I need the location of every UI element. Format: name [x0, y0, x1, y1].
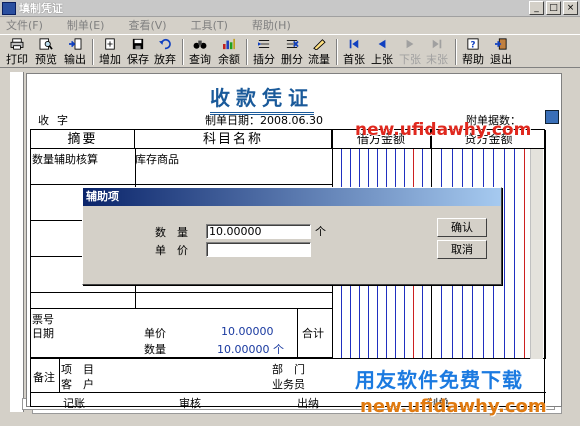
ticket-date-label: 日期 [32, 327, 54, 340]
digit-line [524, 149, 526, 358]
confirm-button[interactable]: 确认 [437, 218, 487, 237]
customer-label[interactable]: 客 户 [61, 376, 94, 392]
svg-text:?: ? [471, 40, 476, 50]
exit-door-icon [495, 38, 507, 50]
header-summary: 摘要 [31, 130, 135, 149]
window-controls: _ □ × [529, 1, 578, 15]
menu-view[interactable]: 查看(V) [128, 17, 166, 33]
toolbar-separator [246, 39, 248, 65]
last-button[interactable]: 末张 [426, 37, 448, 67]
menu-file[interactable]: 文件(F) [6, 17, 43, 33]
insert-row-icon [258, 40, 270, 48]
quantity-input[interactable]: 10.00000 [206, 224, 311, 239]
window-title: 填制凭证 [19, 2, 63, 15]
digit-line [513, 149, 515, 358]
new-document-icon [105, 38, 115, 50]
app-icon [2, 1, 16, 15]
export-button[interactable]: 输出 [64, 37, 86, 67]
remark-label: 备注 [33, 371, 55, 384]
preview-button[interactable]: 预览 [35, 37, 57, 67]
prev-button[interactable]: 上张 [371, 37, 393, 67]
column-divider [297, 308, 298, 358]
help-icon: ? [467, 38, 479, 50]
next-button[interactable]: 下张 [399, 37, 421, 67]
quantity-label: 数量 [144, 343, 166, 356]
first-button[interactable]: 首张 [343, 37, 365, 67]
minimize-button[interactable]: _ [529, 1, 544, 15]
cancel-button[interactable]: 取消 [437, 240, 487, 259]
next-icon [406, 39, 414, 49]
insert-entry-button[interactable]: 插分 [253, 37, 275, 67]
page-margin [10, 72, 24, 412]
dialog-price-label: 单 价 [155, 244, 188, 257]
watermark-url-bottom: new.ufidawhy.com [360, 396, 547, 417]
discard-button[interactable]: 放弃 [154, 37, 176, 67]
export-icon [69, 38, 82, 50]
watermark-brand: 用友软件免费下载 [355, 368, 523, 392]
dialog-title: 辅助项 [83, 188, 501, 206]
toolbar: 打印 预览 输出 增加 保存 放弃 查询 余额 插分 删分 流量 首张 上张 下… [0, 34, 580, 68]
previous-icon [378, 39, 386, 49]
salesperson-label[interactable]: 业务员 [272, 376, 305, 392]
binoculars-icon [193, 40, 207, 49]
watermark-url-top: new.ufidawhy.com [355, 120, 532, 140]
column-divider [545, 130, 546, 358]
total-label: 合计 [302, 327, 324, 340]
title-bar: 填制凭证 _ □ × [0, 0, 580, 17]
row-summary[interactable]: 数量辅助核算 [32, 151, 98, 167]
entry-row[interactable]: 数量辅助核算 库存商品 [31, 149, 332, 185]
save-button[interactable]: 保存 [127, 37, 149, 67]
dialog-quantity-label: 数 量 [155, 226, 188, 239]
quantity-unit: 个 [315, 225, 326, 238]
maximize-button[interactable]: □ [546, 1, 561, 15]
project-label[interactable]: 项 目 [61, 361, 94, 377]
unit-price-label: 单价 [144, 327, 166, 340]
flow-icon [313, 39, 326, 50]
delete-row-icon [286, 40, 299, 48]
cash-flow-button[interactable]: 流量 [308, 37, 330, 67]
audit-label: 审核 [179, 397, 201, 410]
header-account: 科目名称 [135, 130, 332, 149]
printer-icon [10, 38, 24, 50]
help-button[interactable]: ? 帮助 [462, 37, 484, 67]
price-input[interactable] [206, 242, 311, 257]
voucher-type[interactable]: 收字 [38, 112, 76, 128]
department-label[interactable]: 部 门 [272, 361, 305, 377]
bar-chart-icon [223, 38, 235, 50]
delete-entry-button[interactable]: 删分 [281, 37, 303, 67]
menu-bar: 文件(F) 制单(E) 查看(V) 工具(T) 帮助(H) [0, 17, 580, 33]
voucher-date[interactable]: 制单日期：2008.06.30 [205, 112, 323, 128]
cashier-label: 出纳 [297, 397, 319, 410]
toolbar-separator [92, 39, 94, 65]
print-button[interactable]: 打印 [6, 37, 28, 67]
auxiliary-dialog: 辅助项 数 量 10.00000 个 单 价 确认 取消 [82, 187, 502, 285]
vertical-scrollbar[interactable] [530, 149, 543, 359]
close-button[interactable]: × [563, 1, 578, 15]
floppy-disk-icon [132, 38, 144, 50]
toolbar-separator [182, 39, 184, 65]
magnifier-icon [39, 38, 53, 50]
undo-icon [159, 38, 171, 50]
menu-make[interactable]: 制单(E) [67, 17, 105, 33]
unit-price-value: 10.00000 [221, 325, 274, 338]
voucher-title: 收款凭证 [210, 82, 314, 115]
menu-help[interactable]: 帮助(H) [252, 17, 291, 33]
toolbar-separator [455, 39, 457, 65]
digit-line [503, 149, 505, 358]
search-icon[interactable] [545, 110, 559, 124]
query-button[interactable]: 查询 [189, 37, 211, 67]
exit-button[interactable]: 退出 [490, 37, 512, 67]
toolbar-separator [336, 39, 338, 65]
add-button[interactable]: 增加 [99, 37, 121, 67]
ticket-row: 票号 日期 单价 10.00000 数量 10.00000 个 合计 [31, 308, 332, 358]
column-divider [59, 358, 60, 393]
last-page-icon [432, 39, 442, 49]
quantity-value: 10.00000 个 [217, 343, 284, 356]
balance-button[interactable]: 余额 [218, 37, 240, 67]
bookkeeping-label: 记账 [63, 397, 85, 410]
row-account[interactable]: 库存商品 [135, 151, 179, 167]
first-page-icon [349, 39, 359, 49]
menu-tools[interactable]: 工具(T) [191, 17, 228, 33]
